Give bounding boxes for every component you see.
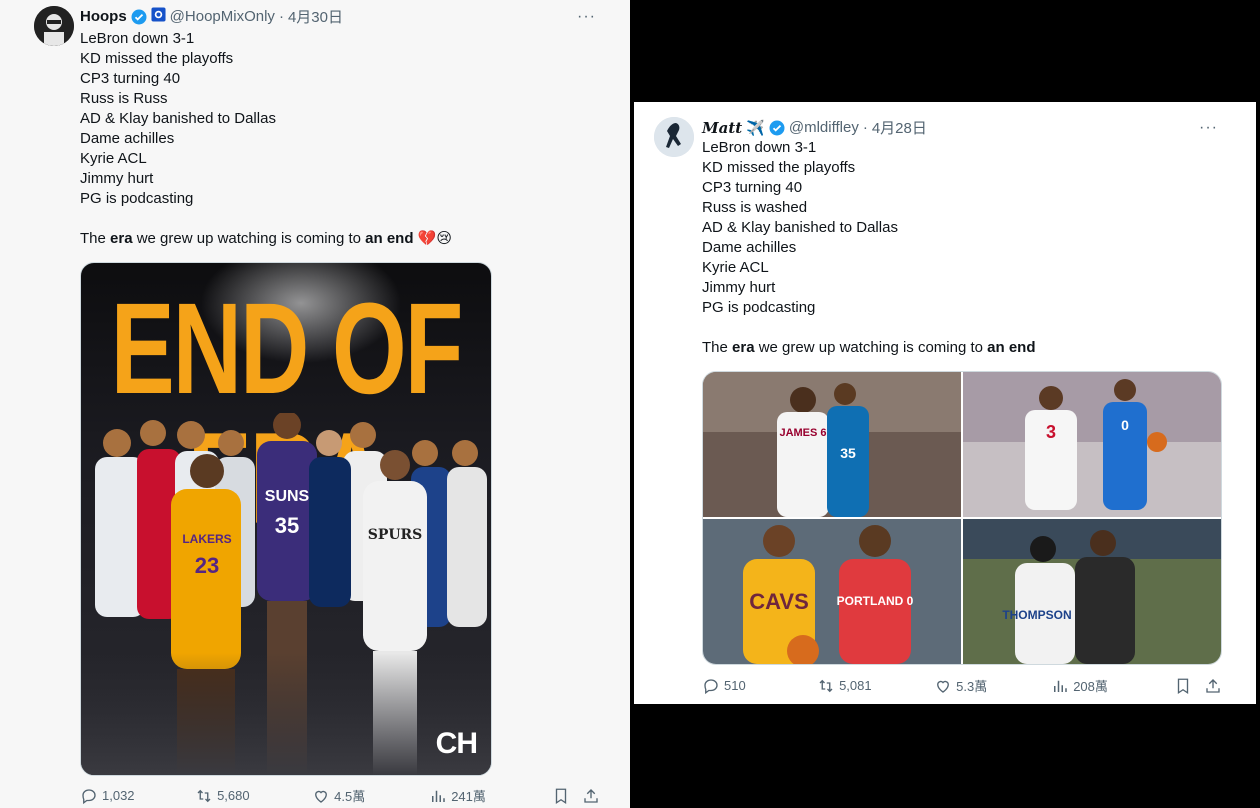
- timestamp[interactable]: 4月30日: [288, 6, 343, 27]
- tweet-line: Jimmy hurt: [80, 170, 154, 187]
- tweet-line: LeBron down 3-1: [702, 139, 817, 156]
- bookmark-button[interactable]: [1174, 677, 1204, 695]
- tweet-line: PG is podcasting: [702, 299, 816, 316]
- tweet-line: AD & Klay banished to Dallas: [702, 219, 898, 236]
- tweet-closing-line: The era we grew up watching is coming to…: [80, 230, 452, 247]
- svg-text:23: 23: [195, 553, 219, 578]
- svg-text:PORTLAND 0: PORTLAND 0: [837, 594, 914, 608]
- tweet-line: PG is podcasting: [80, 190, 194, 207]
- share-button[interactable]: [582, 787, 600, 805]
- tweet-line: Dame achilles: [80, 130, 175, 147]
- like-button[interactable]: 4.5萬: [312, 786, 429, 805]
- avatar[interactable]: [654, 117, 694, 157]
- svg-text:JAMES 6: JAMES 6: [779, 427, 826, 439]
- tweet-header: Matt ✈️ @mldiffley · 4月28日: [702, 117, 927, 138]
- svg-text:SPURS: SPURS: [368, 527, 423, 543]
- like-button[interactable]: 5.3萬: [934, 676, 1051, 695]
- players-illustration: SUNS 35 LAKERS 23 SPURS: [81, 413, 491, 775]
- share-button[interactable]: [1204, 677, 1222, 695]
- repost-count: 5,081: [839, 678, 872, 693]
- view-count: 208萬: [1073, 679, 1108, 694]
- affiliate-badge-icon: [151, 7, 166, 26]
- bookmark-icon: [556, 788, 567, 804]
- repost-icon: [819, 679, 833, 692]
- tweet-line: KD missed the playoffs: [702, 159, 856, 176]
- like-icon: [315, 790, 328, 803]
- share-icon: [1206, 678, 1220, 693]
- svg-text:35: 35: [840, 445, 856, 461]
- tweet-line: Jimmy hurt: [702, 279, 776, 296]
- tweet-matt[interactable]: Matt ✈️ @mldiffley · 4月28日 ··· LeBron do…: [634, 102, 1256, 704]
- reply-button[interactable]: 510: [702, 677, 817, 695]
- bookmark-button[interactable]: [552, 787, 582, 805]
- repost-button[interactable]: 5,680: [195, 787, 312, 805]
- share-icon: [584, 788, 598, 803]
- tweet-image-grid: JAMES 6 35 3 0 CAVS PORTLAND 0 THOMPSON …: [702, 371, 1222, 665]
- tweet-image[interactable]: JAMES 6 35: [703, 372, 961, 517]
- tweet-line: Kyrie ACL: [702, 259, 769, 276]
- timestamp[interactable]: 4月28日: [872, 117, 927, 138]
- views-button[interactable]: 241萬: [429, 786, 552, 805]
- handle[interactable]: @HoopMixOnly: [170, 8, 275, 25]
- tweet-hoops[interactable]: Hoops @HoopMixOnly · 4月30日 ··· LeBron do…: [14, 0, 630, 808]
- svg-text:LAKERS: LAKERS: [182, 532, 231, 546]
- reply-count: 1,032: [102, 788, 135, 803]
- repost-icon: [197, 789, 211, 802]
- svg-text:35: 35: [275, 513, 299, 538]
- reply-icon: [82, 788, 96, 804]
- reply-count: 510: [724, 678, 746, 693]
- tweet-closing-line: The era we grew up watching is coming to…: [702, 339, 1036, 356]
- views-icon: [1054, 680, 1067, 692]
- views-button[interactable]: 208萬: [1051, 676, 1174, 695]
- action-bar: 1,032 5,680 4.5萬 241萬: [80, 786, 600, 805]
- repost-count: 5,680: [217, 788, 250, 803]
- tweet-line: CP3 turning 40: [702, 179, 803, 196]
- like-icon: [937, 680, 950, 693]
- tweet-line: Dame achilles: [702, 239, 797, 256]
- like-count: 5.3萬: [956, 679, 988, 694]
- tweet-text: LeBron down 3-1 KD missed the playoffs C…: [80, 29, 600, 249]
- tweet-line: Russ is washed: [702, 199, 808, 216]
- watermark: CH: [435, 727, 478, 760]
- views-icon: [432, 790, 445, 802]
- repost-button[interactable]: 5,081: [817, 677, 934, 695]
- tweet-line: KD missed the playoffs: [80, 50, 234, 67]
- tweet-image[interactable]: END OF ERA SUNS 35: [80, 262, 492, 776]
- more-options-icon[interactable]: ···: [1199, 119, 1218, 137]
- reply-icon: [704, 678, 718, 694]
- tweet-text: LeBron down 3-1 KD missed the playoffs C…: [702, 138, 1222, 358]
- separator: ·: [278, 8, 284, 25]
- svg-text:CAVS: CAVS: [749, 589, 809, 614]
- tweet-line: LeBron down 3-1: [80, 30, 195, 47]
- display-name[interactable]: Matt: [702, 119, 742, 137]
- separator: ·: [862, 119, 868, 136]
- tweet-image[interactable]: 3 0: [963, 372, 1221, 517]
- tweet-line: Kyrie ACL: [80, 150, 147, 167]
- svg-text:0: 0: [1121, 417, 1129, 433]
- bookmark-icon: [1178, 678, 1189, 694]
- tweet-image[interactable]: CAVS PORTLAND 0: [703, 519, 961, 664]
- tweet-line: AD & Klay banished to Dallas: [80, 110, 276, 127]
- view-count: 241萬: [451, 789, 486, 804]
- action-bar: 510 5,081 5.3萬 208萬: [702, 676, 1222, 695]
- verified-badge-icon: [131, 9, 147, 25]
- more-options-icon[interactable]: ···: [577, 8, 596, 26]
- display-name[interactable]: Hoops: [80, 8, 127, 25]
- airplane-emoji: ✈️: [746, 119, 765, 137]
- emoji: 💔😢: [413, 230, 452, 247]
- verified-badge-icon: [769, 120, 785, 136]
- tweet-header: Hoops @HoopMixOnly · 4月30日: [80, 6, 343, 27]
- tweet-image[interactable]: THOMPSON 11: [963, 519, 1221, 664]
- svg-text:SUNS: SUNS: [265, 488, 310, 505]
- like-count: 4.5萬: [334, 789, 366, 804]
- svg-text:3: 3: [1046, 422, 1056, 442]
- avatar[interactable]: [34, 6, 74, 46]
- tweet-line: Russ is Russ: [80, 90, 168, 107]
- handle[interactable]: @mldiffley: [789, 119, 859, 136]
- reply-button[interactable]: 1,032: [80, 787, 195, 805]
- tweet-line: CP3 turning 40: [80, 70, 181, 87]
